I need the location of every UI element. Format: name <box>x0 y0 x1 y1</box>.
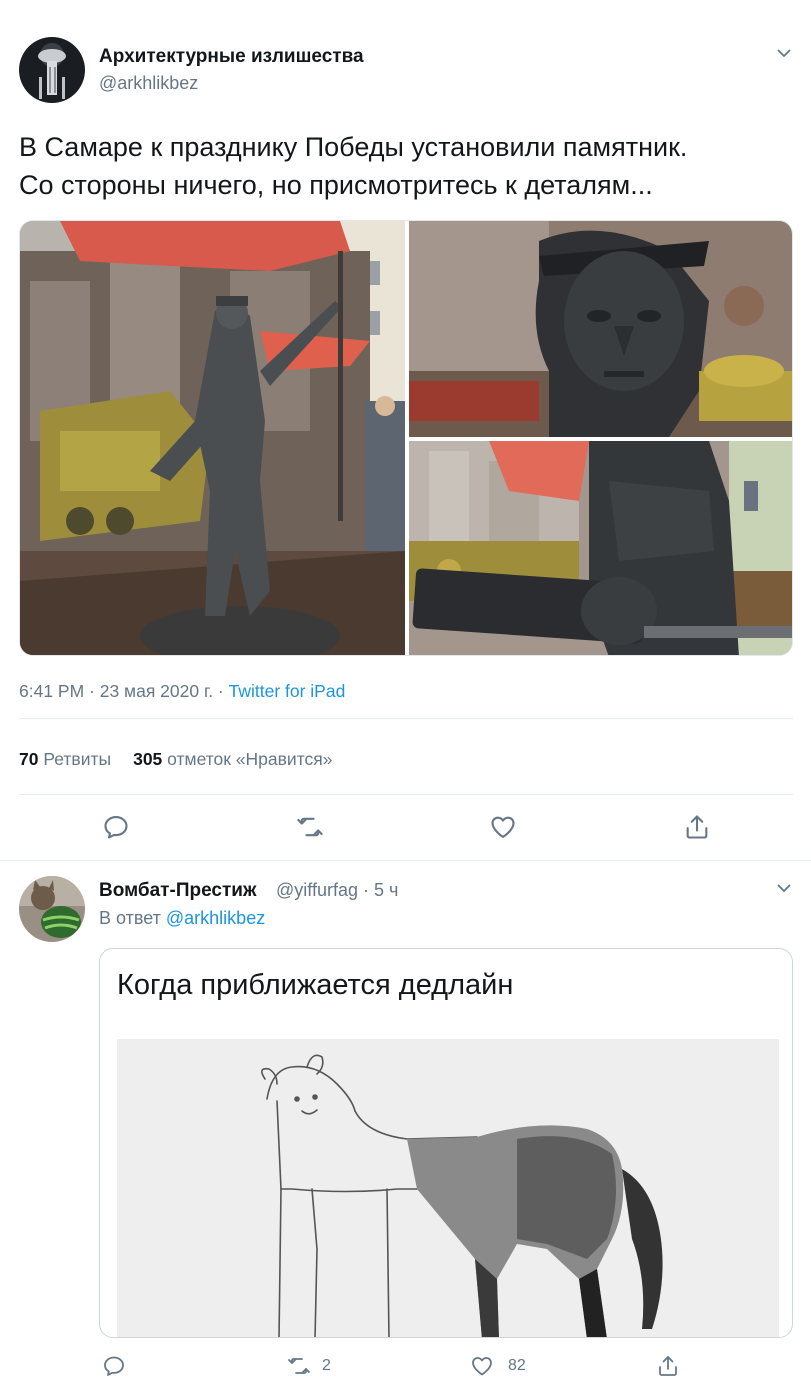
likes-count: 305 <box>133 749 163 769</box>
heart-icon <box>472 1357 492 1376</box>
reply-to-line: В ответ @arkhlikbez <box>99 908 265 929</box>
retweet-icon <box>288 1358 310 1374</box>
reply-retweets-count: 2 <box>322 1357 331 1374</box>
author-avatar[interactable] <box>19 37 85 103</box>
meme-title: Когда приближается дедлайн <box>117 969 514 1001</box>
meme-card[interactable]: Когда приближается дедлайн <box>99 948 793 1338</box>
divider <box>19 718 793 719</box>
share-button[interactable] <box>656 1354 680 1378</box>
reply-icon <box>104 816 128 839</box>
heart-icon <box>491 816 515 838</box>
photo-statue-face[interactable] <box>409 221 793 437</box>
author-name[interactable]: Архитектурные излишества <box>99 46 364 68</box>
tweet-timestamp[interactable]: 6:41 PM · 23 мая 2020 г. · <box>19 681 229 701</box>
photo-statue-full[interactable] <box>20 221 405 656</box>
author-handle[interactable]: @arkhlikbez <box>99 73 198 94</box>
retweet-button[interactable] <box>287 1354 311 1378</box>
share-button[interactable] <box>683 813 711 841</box>
tweet-meta: 6:41 PM · 23 мая 2020 г. · Twitter for i… <box>19 681 345 702</box>
media-grid <box>19 220 793 656</box>
share-icon <box>686 815 708 839</box>
reply-author-avatar[interactable] <box>19 876 85 942</box>
reply-to-prefix: В ответ <box>99 908 166 928</box>
divider <box>0 860 811 861</box>
reply-likes-count: 82 <box>508 1357 526 1374</box>
photo-statue-hand[interactable] <box>409 441 793 656</box>
retweet-icon <box>297 817 323 837</box>
chevron-down-icon[interactable] <box>776 880 792 896</box>
tweet-text-line: В Самаре к празднику Победы установили п… <box>19 132 688 162</box>
reply-icon <box>104 1356 124 1376</box>
likes-label: отметок «Нравится» <box>167 749 333 769</box>
tweet-text-line: Со стороны ничего, но присмотритесь к де… <box>19 170 653 200</box>
reply-author-meta: @yiffurfag · 5 ч <box>276 880 398 901</box>
reply-time[interactable]: · 5 ч <box>358 880 398 900</box>
retweet-button[interactable] <box>296 813 324 841</box>
retweets-label: Ретвиты <box>43 749 112 769</box>
like-button[interactable] <box>489 813 517 841</box>
retweets-count: 70 <box>19 749 39 769</box>
share-icon <box>659 1356 677 1376</box>
reply-button[interactable] <box>102 1354 126 1378</box>
tweet-source[interactable]: Twitter for iPad <box>229 681 346 701</box>
meme-horse-drawing <box>117 1039 779 1337</box>
like-button[interactable] <box>470 1354 494 1378</box>
reply-to-mention[interactable]: @arkhlikbez <box>166 908 265 928</box>
divider <box>19 794 793 795</box>
chevron-down-icon[interactable] <box>776 45 792 61</box>
tweet-text: В Самаре к празднику Победы установили п… <box>19 128 799 204</box>
likes-stat[interactable]: 305 отметок «Нравится» <box>133 749 332 769</box>
reply-author-name[interactable]: Вомбат-Престиж <box>99 880 256 902</box>
reply-author-handle[interactable]: @yiffurfag <box>276 880 358 900</box>
tweet-stats: 70 Ретвиты 305 отметок «Нравится» <box>19 749 332 770</box>
retweets-stat[interactable]: 70 Ретвиты <box>19 749 111 769</box>
reply-button[interactable] <box>102 813 130 841</box>
